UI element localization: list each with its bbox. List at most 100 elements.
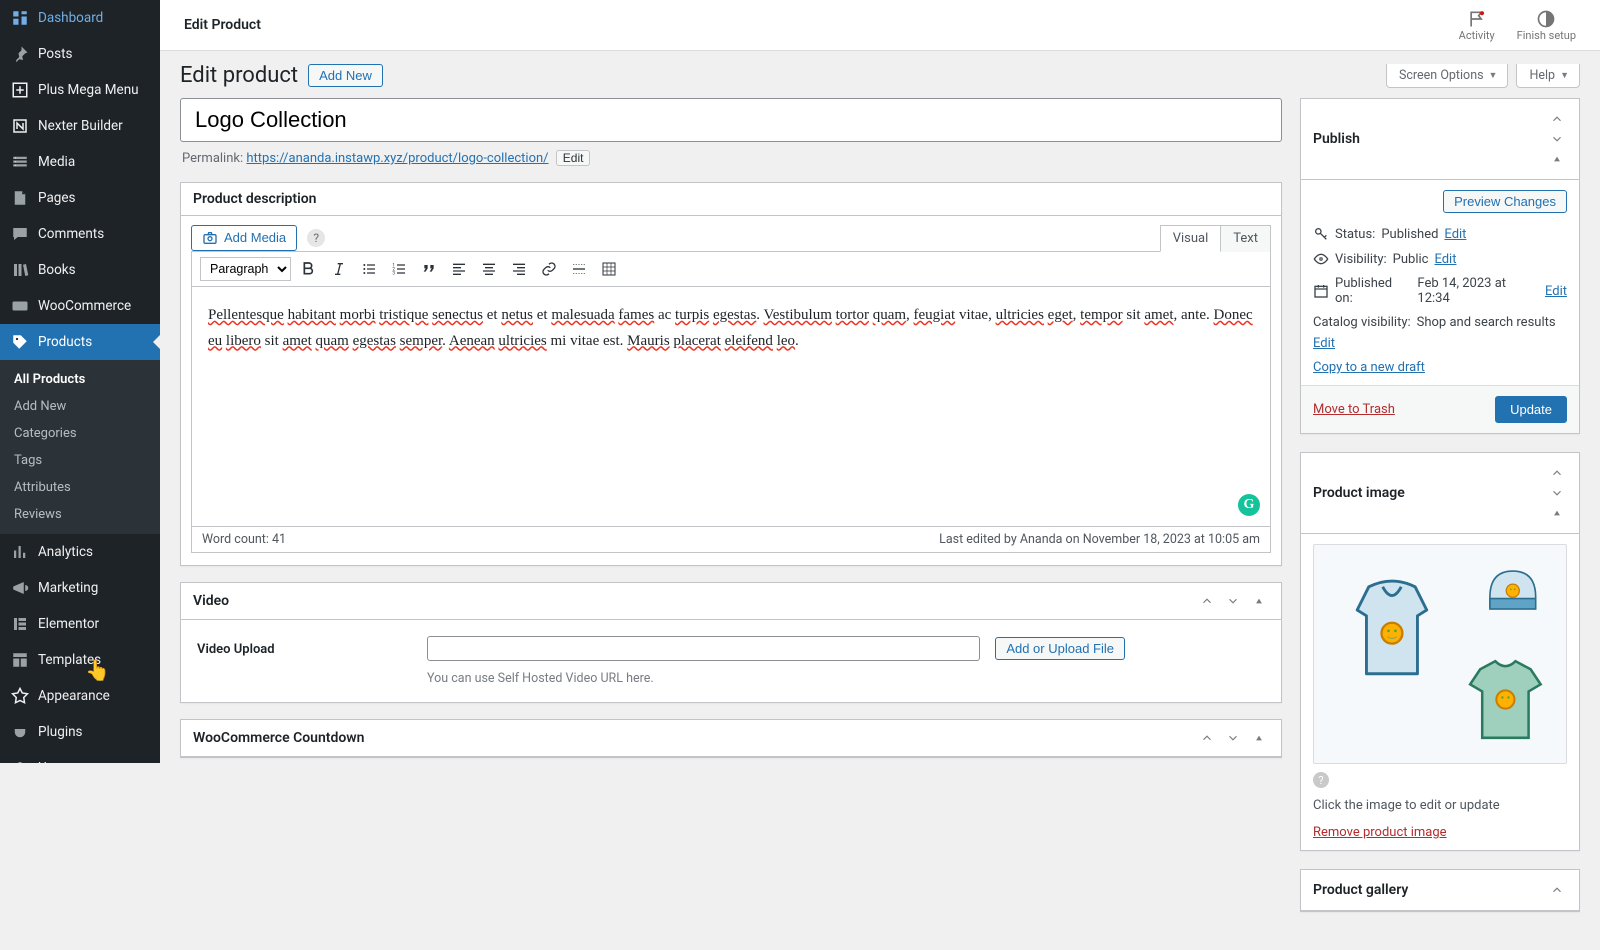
sidebar-item-products[interactable]: Products: [0, 324, 160, 360]
product-image-box: Product image ?: [1300, 452, 1580, 851]
help-icon[interactable]: ?: [1313, 772, 1329, 788]
finish-setup-button[interactable]: Finish setup: [1517, 9, 1576, 42]
toggle-icon[interactable]: [1547, 503, 1567, 523]
toggle-icon[interactable]: [1547, 149, 1567, 169]
elementor-help-icon[interactable]: ?: [307, 229, 325, 247]
catalog-edit-link[interactable]: Edit: [1313, 336, 1567, 351]
key-icon: [1313, 226, 1329, 242]
sidebar-item-books[interactable]: Books: [0, 252, 160, 288]
move-up-icon[interactable]: [1197, 591, 1217, 611]
sidebar-item-plus-mega-menu[interactable]: Plus Mega Menu: [0, 72, 160, 108]
sidebar-item-users[interactable]: Users: [0, 750, 160, 763]
video-url-input[interactable]: [427, 636, 980, 661]
sidebar-item-media[interactable]: Media: [0, 144, 160, 180]
italic-button[interactable]: [327, 257, 351, 281]
sidebar-item-label: Nexter Builder: [38, 118, 123, 134]
video-box-title: Video: [193, 593, 229, 609]
move-to-trash-link[interactable]: Move to Trash: [1313, 402, 1395, 417]
blockquote-button[interactable]: [417, 257, 441, 281]
preview-changes-button[interactable]: Preview Changes: [1443, 190, 1567, 213]
screen-options-tab[interactable]: Screen Options: [1386, 64, 1509, 88]
sidebar-item-nexter-builder[interactable]: Nexter Builder: [0, 108, 160, 144]
move-up-icon[interactable]: [1547, 463, 1567, 483]
remove-product-image-link[interactable]: Remove product image: [1313, 825, 1447, 840]
sidebar-item-label: Dashboard: [38, 10, 103, 26]
activity-button[interactable]: Activity: [1459, 9, 1495, 42]
toggle-icon[interactable]: [1249, 591, 1269, 611]
submenu-item-all-products[interactable]: All Products: [0, 366, 160, 393]
publish-box: Publish Preview Changes Status: Publish: [1300, 98, 1580, 434]
permalink-edit-button[interactable]: Edit: [556, 150, 591, 166]
format-select[interactable]: Paragraph: [200, 257, 291, 281]
sidebar-item-comments[interactable]: Comments: [0, 216, 160, 252]
product-image-title: Product image: [1313, 485, 1405, 501]
status-edit-link[interactable]: Edit: [1444, 227, 1466, 242]
move-down-icon[interactable]: [1547, 129, 1567, 149]
toolbar-toggle-button[interactable]: [597, 257, 621, 281]
link-button[interactable]: [537, 257, 561, 281]
sidebar-item-templates[interactable]: Templates: [0, 642, 160, 678]
ol-button[interactable]: [387, 257, 411, 281]
countdown-box-title: WooCommerce Countdown: [193, 730, 364, 746]
published-edit-link[interactable]: Edit: [1545, 284, 1567, 299]
word-count: Word count: 41: [202, 532, 286, 547]
sidebar-item-label: Comments: [38, 226, 104, 242]
users-icon: [10, 758, 30, 763]
bold-button[interactable]: [297, 257, 321, 281]
move-up-icon[interactable]: [1547, 109, 1567, 129]
align-center-button[interactable]: [477, 257, 501, 281]
admin-sidebar: Dashboard PostsPlus Mega Menu Nexter Build…: [0, 0, 160, 763]
move-up-icon[interactable]: [1547, 880, 1567, 900]
add-media-button[interactable]: Add Media: [191, 225, 297, 251]
align-right-button[interactable]: [507, 257, 531, 281]
sidebar-item-dashboard[interactable]: Dashboard: [0, 0, 160, 36]
permalink-row: Permalink: https://ananda.instawp.xyz/pr…: [182, 150, 1280, 166]
product-image-thumbnail[interactable]: [1313, 544, 1567, 764]
permalink-link[interactable]: https://ananda.instawp.xyz/product/logo-…: [246, 151, 548, 166]
visibility-edit-link[interactable]: Edit: [1434, 252, 1456, 267]
submenu-item-categories[interactable]: Categories: [0, 420, 160, 447]
move-down-icon[interactable]: [1223, 728, 1243, 748]
tab-visual[interactable]: Visual: [1160, 225, 1222, 252]
toggle-icon[interactable]: [1249, 728, 1269, 748]
move-down-icon[interactable]: [1223, 591, 1243, 611]
sidebar-item-woocommerce[interactable]: WooCommerce: [0, 288, 160, 324]
sidebar-item-pages[interactable]: Pages: [0, 180, 160, 216]
sidebar-item-elementor[interactable]: Elementor: [0, 606, 160, 642]
sidebar-item-label: Pages: [38, 190, 76, 206]
product-title-input[interactable]: [180, 98, 1282, 142]
sidebar-item-label: Analytics: [38, 544, 93, 560]
copy-draft-link[interactable]: Copy to a new draft: [1313, 360, 1425, 375]
submenu-item-add-new[interactable]: Add New: [0, 393, 160, 420]
topbar: Edit Product Activity Finish setup: [160, 0, 1600, 51]
sidebar-item-appearance[interactable]: Appearance: [0, 678, 160, 714]
submenu-item-attributes[interactable]: Attributes: [0, 474, 160, 501]
sidebar-item-label: Books: [38, 262, 76, 278]
update-button[interactable]: Update: [1495, 396, 1567, 423]
product-gallery-title: Product gallery: [1313, 882, 1408, 898]
ul-button[interactable]: [357, 257, 381, 281]
sidebar-item-label: Elementor: [38, 616, 99, 632]
submenu-item-reviews[interactable]: Reviews: [0, 501, 160, 528]
grammarly-icon[interactable]: G: [1238, 494, 1260, 516]
sidebar-item-analytics[interactable]: Analytics: [0, 534, 160, 570]
submenu-item-tags[interactable]: Tags: [0, 447, 160, 474]
move-down-icon[interactable]: [1547, 483, 1567, 503]
plus-square-icon: [10, 80, 30, 100]
sidebar-item-label: Products: [38, 334, 92, 350]
sidebar-item-plugins[interactable]: Plugins: [0, 714, 160, 750]
editor-body[interactable]: Pellentesque habitant morbi tristique se…: [191, 287, 1271, 527]
sidebar-item-label: Media: [38, 154, 75, 170]
tab-text[interactable]: Text: [1220, 225, 1271, 252]
pin-icon: [10, 44, 30, 64]
add-new-button[interactable]: Add New: [308, 64, 383, 87]
help-tab[interactable]: Help: [1516, 64, 1580, 88]
readmore-button[interactable]: [567, 257, 591, 281]
sidebar-item-marketing[interactable]: Marketing: [0, 570, 160, 606]
sidebar-item-label: WooCommerce: [38, 298, 131, 314]
move-up-icon[interactable]: [1197, 728, 1217, 748]
sidebar-item-posts[interactable]: Posts: [0, 36, 160, 72]
align-left-button[interactable]: [447, 257, 471, 281]
comments-icon: [10, 224, 30, 244]
add-upload-file-button[interactable]: Add or Upload File: [995, 637, 1125, 660]
